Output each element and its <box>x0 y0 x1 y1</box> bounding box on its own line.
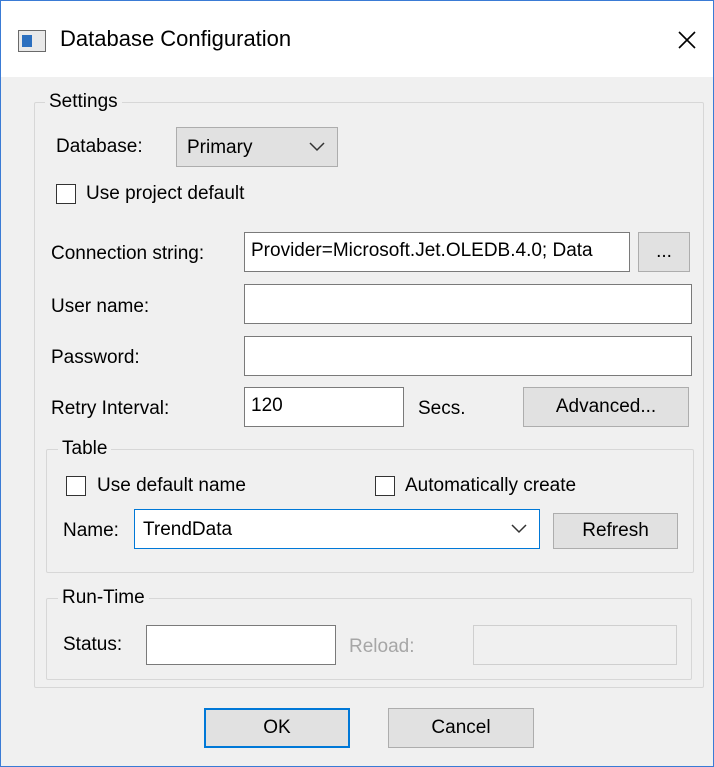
ok-button[interactable]: OK <box>204 708 350 748</box>
retry-interval-label: Retry Interval: <box>51 398 170 419</box>
browse-button[interactable]: ... <box>638 232 690 272</box>
connection-string-input[interactable]: Provider=Microsoft.Jet.OLEDB.4.0; Data <box>244 232 630 272</box>
status-label: Status: <box>63 634 123 655</box>
settings-legend: Settings <box>45 91 122 113</box>
reload-label: Reload: <box>349 636 415 657</box>
password-input[interactable] <box>244 336 692 376</box>
retry-unit-label: Secs. <box>418 398 466 419</box>
close-button[interactable] <box>664 20 710 60</box>
refresh-button[interactable]: Refresh <box>553 513 678 549</box>
runtime-legend: Run-Time <box>58 587 149 609</box>
status-input[interactable] <box>146 625 336 665</box>
table-name-value: TrendData <box>143 519 233 540</box>
table-legend: Table <box>58 438 112 460</box>
use-default-name-label: Use default name <box>97 475 246 496</box>
cancel-button[interactable]: Cancel <box>388 708 534 748</box>
use-default-name-checkbox[interactable] <box>66 476 86 496</box>
chevron-down-icon[interactable] <box>511 510 527 548</box>
reload-input <box>473 625 677 665</box>
close-icon <box>678 31 696 49</box>
password-label: Password: <box>51 347 140 368</box>
database-label: Database: <box>56 136 143 157</box>
connection-string-label: Connection string: <box>51 243 205 264</box>
use-project-default-label: Use project default <box>86 183 245 204</box>
window-icon <box>18 30 46 52</box>
user-name-input[interactable] <box>244 284 692 324</box>
table-name-label: Name: <box>63 520 119 541</box>
retry-interval-input[interactable]: 120 <box>244 387 404 427</box>
auto-create-checkbox[interactable] <box>375 476 395 496</box>
database-select[interactable]: Primary <box>176 127 338 167</box>
window-title: Database Configuration <box>60 26 292 51</box>
use-project-default-checkbox[interactable] <box>56 184 76 204</box>
database-select-value: Primary <box>187 137 253 158</box>
chevron-down-icon <box>309 128 325 166</box>
advanced-button[interactable]: Advanced... <box>523 387 689 427</box>
auto-create-label: Automatically create <box>405 475 577 496</box>
table-name-combobox[interactable]: TrendData <box>134 509 540 549</box>
user-name-label: User name: <box>51 296 150 317</box>
